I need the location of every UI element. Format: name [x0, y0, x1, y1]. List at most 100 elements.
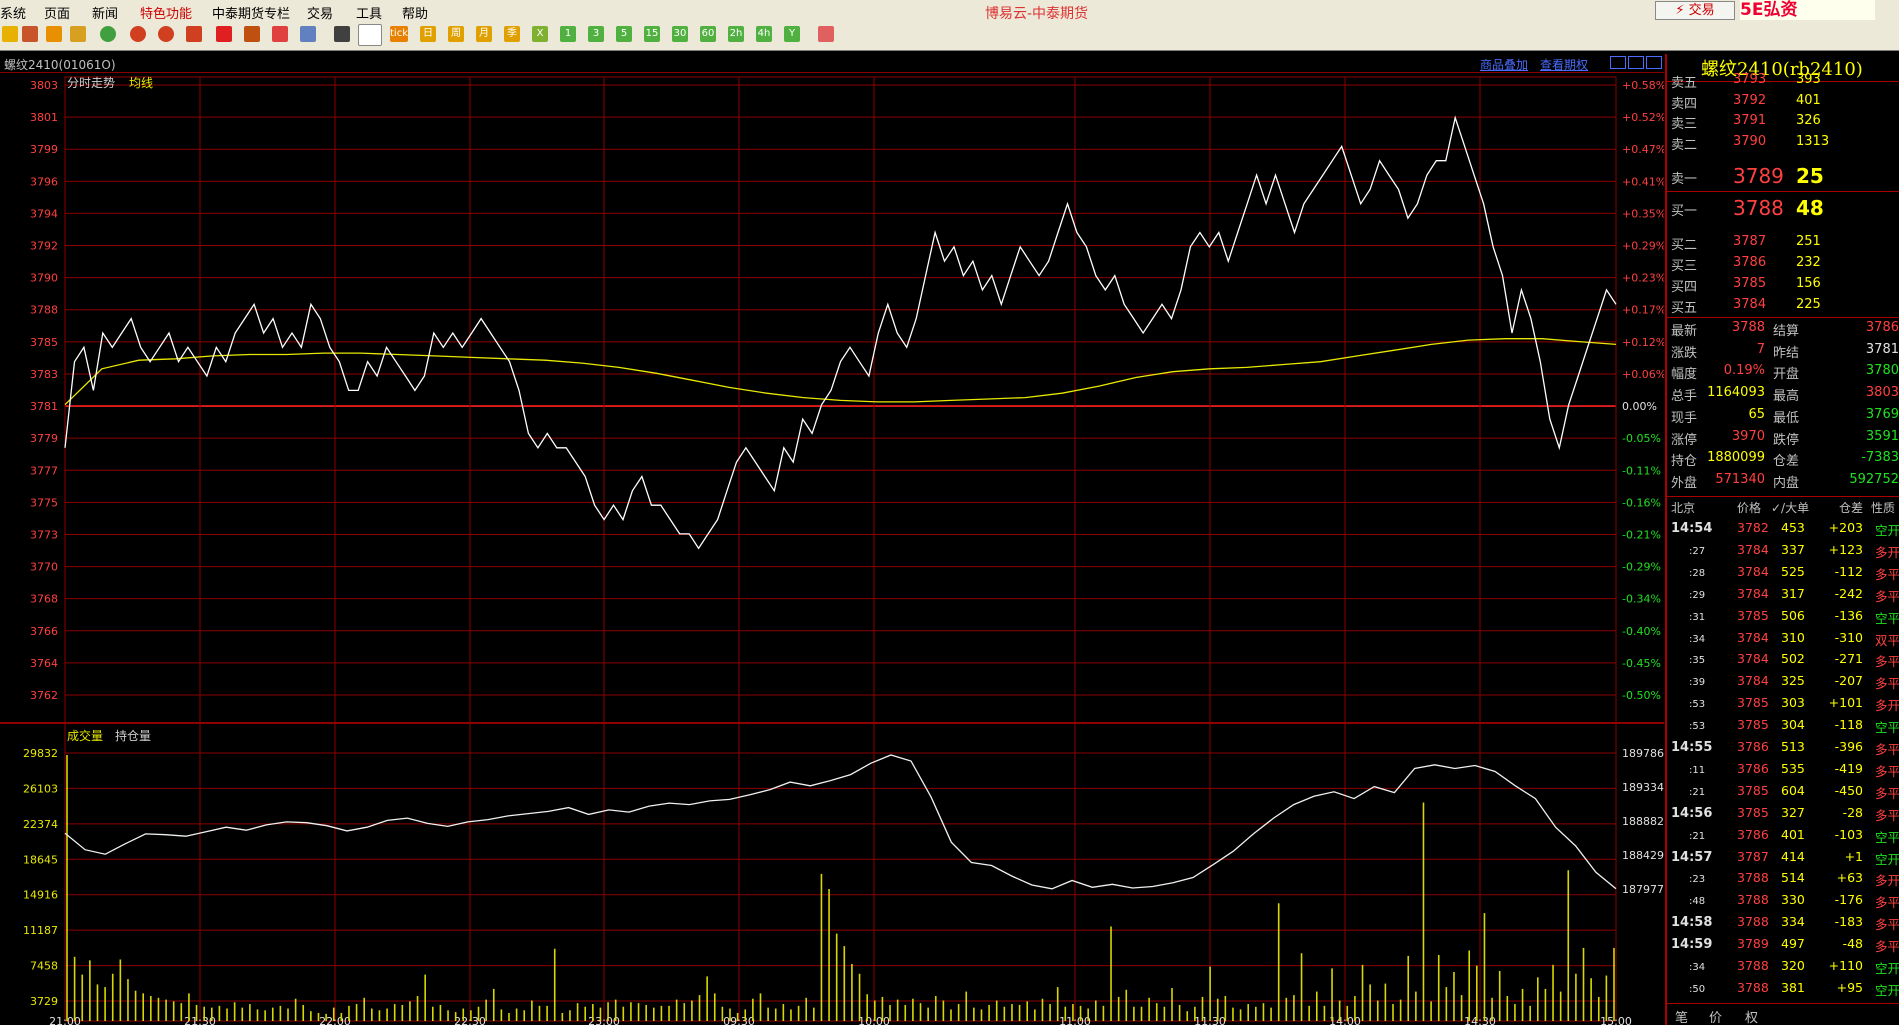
- bid-volume: 232: [1796, 255, 1821, 270]
- table-icon[interactable]: [334, 26, 350, 42]
- period-2h[interactable]: 2h: [728, 26, 744, 42]
- ask-row[interactable]: 卖五 3793 393: [1671, 72, 1821, 91]
- tick-price: 3788: [1737, 958, 1769, 973]
- tick-row[interactable]: :53 3785 303 +101 多开: [1671, 695, 1899, 713]
- restore-panel-icon[interactable]: [1628, 56, 1644, 69]
- tick-row[interactable]: :53 3785 304 -118 空平: [1671, 717, 1899, 735]
- period-4h[interactable]: 4h: [756, 26, 772, 42]
- pct-tick-label: +0.12%: [1622, 336, 1664, 349]
- stat-value: 3769: [1865, 406, 1899, 422]
- bid-row[interactable]: 买二 3787 251: [1671, 234, 1821, 253]
- period-3m[interactable]: 3: [588, 26, 604, 42]
- period-x[interactable]: X: [532, 26, 548, 42]
- tab-open-interest[interactable]: 持仓量: [115, 728, 151, 743]
- period-30m[interactable]: 30: [672, 26, 688, 42]
- tick-row[interactable]: :27 3784 337 +123 多开: [1671, 541, 1899, 560]
- tick-row[interactable]: :11 3786 535 -419 多平: [1671, 760, 1899, 779]
- bid-row[interactable]: 买三 3786 232: [1671, 255, 1821, 274]
- line-chart-icon[interactable]: [358, 24, 382, 46]
- ask-row[interactable]: 卖四 3792 401: [1671, 93, 1821, 112]
- zoom-in-icon[interactable]: [130, 26, 146, 42]
- tab-avg-line[interactable]: 均线: [129, 76, 153, 90]
- tick-row[interactable]: 14:56 3785 327 -28 多平: [1671, 805, 1899, 823]
- period-month[interactable]: 月: [476, 26, 492, 42]
- refresh-icon[interactable]: [100, 26, 116, 42]
- tab-rights[interactable]: 权: [1745, 1007, 1758, 1025]
- ask-row[interactable]: 卖三 3791 326: [1671, 113, 1821, 132]
- period-tick[interactable]: tick: [390, 26, 408, 42]
- intraday-chart[interactable]: 3803 +0.58% 3801 +0.52% 3799 +0.47% 3796 +0.41%…: [0, 73, 1664, 1025]
- close-panel-icon[interactable]: [1646, 56, 1662, 69]
- ask1-row[interactable]: 卖一 3789 25: [1671, 164, 1824, 188]
- tick-row[interactable]: 14:57 3787 414 +1 空开: [1671, 848, 1899, 867]
- ask-price: 3791: [1733, 113, 1767, 128]
- tick-row[interactable]: 14:59 3789 497 -48 多平: [1671, 936, 1899, 954]
- price-tick-label: 3764: [30, 657, 58, 670]
- tick-row[interactable]: :31 3785 506 -136 空平: [1671, 608, 1899, 626]
- tick-oi-change: -419: [1834, 760, 1863, 776]
- period-week[interactable]: 周: [448, 26, 464, 42]
- tick-oi-change: -176: [1834, 892, 1863, 908]
- tick-row[interactable]: :35 3784 502 -271 多平: [1671, 651, 1899, 669]
- tab-timeshare[interactable]: 分时走势: [67, 76, 115, 90]
- tick-time: 14:57: [1671, 849, 1713, 865]
- bid-row[interactable]: 买四 3785 156: [1671, 276, 1821, 295]
- period-15m[interactable]: 15: [644, 26, 660, 42]
- tick-row[interactable]: :39 3784 325 -207 多平: [1671, 673, 1899, 691]
- period-60m[interactable]: 60: [700, 26, 716, 42]
- filter-icon[interactable]: [272, 26, 288, 42]
- tick-row[interactable]: :28 3784 525 -112 多平: [1671, 564, 1899, 582]
- tick-row[interactable]: :23 3788 514 +63 多开: [1671, 870, 1899, 888]
- tick-row[interactable]: :48 3788 330 -176 多平: [1671, 892, 1899, 910]
- tick-col-volume: ✓/大单: [1771, 501, 1810, 515]
- bid1-volume: 48: [1796, 196, 1824, 220]
- tab-trades[interactable]: 笔: [1675, 1007, 1688, 1025]
- window-icon[interactable]: [186, 26, 202, 42]
- tick-price: 3784: [1737, 651, 1769, 667]
- indicator-icon[interactable]: [300, 26, 316, 42]
- tick-time: :11: [1689, 764, 1706, 776]
- minimize-panel-icon[interactable]: [1610, 56, 1626, 69]
- time-tick-label: 22:00: [319, 1015, 351, 1025]
- ask-price: 3790: [1733, 133, 1767, 149]
- zoom-out-icon[interactable]: [158, 26, 174, 42]
- trade-button[interactable]: ⚡ 交易: [1655, 1, 1735, 20]
- stat-label: 涨跌: [1671, 345, 1698, 361]
- period-1m[interactable]: 1: [560, 26, 576, 42]
- price-tick-label: 3792: [30, 240, 58, 253]
- document-icon[interactable]: [70, 26, 86, 42]
- home-icon[interactable]: [22, 26, 38, 42]
- tick-volume: 513: [1781, 739, 1805, 754]
- options-link[interactable]: 查看期权: [1540, 56, 1588, 73]
- tick-row[interactable]: 14:54 3782 453 +203 空开: [1671, 520, 1899, 538]
- tick-row[interactable]: 14:58 3788 334 -183 多平: [1671, 914, 1899, 932]
- tick-price: 3784: [1737, 541, 1769, 557]
- tick-time: 14:59: [1671, 937, 1713, 953]
- tick-row[interactable]: :50 3788 381 +95 空开: [1671, 980, 1899, 998]
- tab-volume[interactable]: 成交量: [67, 728, 103, 743]
- period-quarter[interactable]: 季: [504, 26, 520, 42]
- ask-row[interactable]: 卖二 3790 1313: [1671, 134, 1829, 153]
- tick-oi-change: +101: [1828, 695, 1863, 711]
- calculator-icon[interactable]: [818, 26, 834, 42]
- bid1-label: 买一: [1671, 204, 1698, 219]
- tab-price[interactable]: 价: [1709, 1007, 1722, 1025]
- stat-value: 3786: [1865, 320, 1899, 335]
- tick-row[interactable]: :21 3785 604 -450 多平: [1671, 783, 1899, 801]
- folder-icon[interactable]: [2, 26, 18, 42]
- tick-price: 3787: [1737, 848, 1769, 864]
- book-icon[interactable]: [46, 26, 62, 42]
- bid-row[interactable]: 买五 3784 225: [1671, 297, 1821, 316]
- period-year[interactable]: Y: [784, 26, 800, 42]
- tick-row[interactable]: :21 3786 401 -103 空平: [1671, 827, 1899, 845]
- tick-row[interactable]: :34 3788 320 +110 空开: [1671, 958, 1899, 976]
- brush-icon[interactable]: [244, 26, 260, 42]
- bid1-row[interactable]: 买一 3788 48: [1671, 196, 1824, 220]
- tick-row[interactable]: 14:55 3786 513 -396 多平: [1671, 739, 1899, 757]
- pen-icon[interactable]: [216, 26, 232, 42]
- tick-row[interactable]: :29 3784 317 -242 多平: [1671, 586, 1899, 604]
- period-day[interactable]: 日: [420, 26, 436, 42]
- tick-row[interactable]: :34 3784 310 -310 双平: [1671, 630, 1899, 648]
- overlay-link[interactable]: 商品叠加: [1480, 56, 1528, 73]
- period-5m[interactable]: 5: [616, 26, 632, 42]
